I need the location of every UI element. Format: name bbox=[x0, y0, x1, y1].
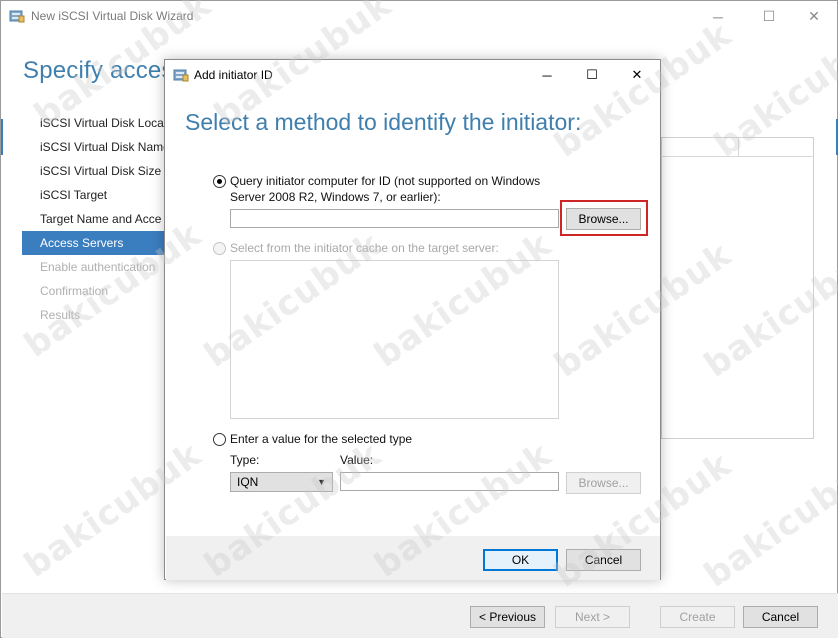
query-initiator-label-line2: Server 2008 R2, Windows 7, or earlier): bbox=[230, 190, 441, 204]
query-initiator-radio[interactable] bbox=[213, 175, 226, 188]
dialog-cancel-button[interactable]: Cancel bbox=[566, 549, 641, 571]
enter-value-radio[interactable] bbox=[213, 433, 226, 446]
nav-item-enable-authentication: Enable authentication bbox=[40, 260, 156, 274]
wizard-page-heading: Specify access bbox=[23, 57, 186, 84]
type-select[interactable]: IQN ▼ bbox=[230, 472, 333, 492]
next-button[interactable]: Next > bbox=[555, 606, 630, 628]
create-button[interactable]: Create bbox=[660, 606, 735, 628]
minimize-button[interactable]: ─ bbox=[695, 1, 741, 32]
type-select-value: IQN bbox=[237, 475, 259, 489]
access-servers-list[interactable] bbox=[661, 137, 814, 439]
initiator-value-input[interactable] bbox=[340, 472, 559, 491]
nav-item-iscsi-target[interactable]: iSCSI Target bbox=[22, 183, 167, 207]
nav-item-results: Results bbox=[40, 308, 81, 322]
chevron-down-icon: ▼ bbox=[317, 477, 326, 487]
initiator-cache-label: Select from the initiator cache on the t… bbox=[230, 241, 499, 255]
nav-item-disk-location[interactable]: iSCSI Virtual Disk Locat bbox=[22, 111, 167, 135]
type-label: Type: bbox=[230, 453, 260, 467]
nav-item-disk-name[interactable]: iSCSI Virtual Disk Name bbox=[22, 135, 167, 159]
dialog-titlebar: Add initiator ID ─ ☐ ✕ bbox=[165, 60, 660, 90]
nav-item-disk-size[interactable]: iSCSI Virtual Disk Size bbox=[22, 159, 167, 183]
initiator-cache-list[interactable] bbox=[230, 260, 559, 419]
enter-value-label: Enter a value for the selected type bbox=[230, 432, 413, 446]
wizard-titlebar: New iSCSI Virtual Disk Wizard ─ ☐ ✕ bbox=[1, 1, 837, 32]
annotation-highlight-box bbox=[560, 200, 648, 236]
value-label: Value: bbox=[340, 453, 374, 467]
wizard-cancel-button[interactable]: Cancel bbox=[743, 606, 818, 628]
nav-item-target-name[interactable]: Target Name and Acce bbox=[22, 207, 167, 231]
iscsi-disk-icon bbox=[9, 10, 25, 23]
nav-item-confirmation: Confirmation bbox=[40, 284, 109, 298]
dialog-title: Add initiator ID bbox=[194, 68, 273, 82]
browse-value-button[interactable]: Browse... bbox=[566, 472, 641, 494]
dialog-heading: Select a method to identify the initiato… bbox=[185, 109, 582, 135]
access-servers-list-header bbox=[661, 137, 814, 157]
wizard-title: New iSCSI Virtual Disk Wizard bbox=[31, 9, 194, 23]
ok-button[interactable]: OK bbox=[483, 549, 558, 571]
dialog-maximize-button[interactable]: ☐ bbox=[569, 60, 615, 90]
initiator-cache-radio[interactable] bbox=[213, 242, 226, 255]
iscsi-disk-icon bbox=[173, 69, 189, 82]
nav-item-access-servers[interactable]: Access Servers bbox=[22, 231, 167, 255]
close-button[interactable]: ✕ bbox=[791, 1, 837, 32]
add-initiator-dialog: Add initiator ID ─ ☐ ✕ Select a method t… bbox=[164, 59, 661, 580]
previous-button[interactable]: < Previous bbox=[470, 606, 545, 628]
initiator-computer-input[interactable] bbox=[230, 209, 559, 228]
dialog-close-button[interactable]: ✕ bbox=[614, 60, 660, 90]
dialog-minimize-button[interactable]: ─ bbox=[524, 60, 570, 90]
left-accent-bar bbox=[1, 119, 3, 155]
query-initiator-label-line1: Query initiator computer for ID (not sup… bbox=[230, 174, 541, 188]
query-initiator-label: Query initiator computer for ID (not sup… bbox=[230, 173, 540, 205]
maximize-button[interactable]: ☐ bbox=[746, 1, 792, 32]
